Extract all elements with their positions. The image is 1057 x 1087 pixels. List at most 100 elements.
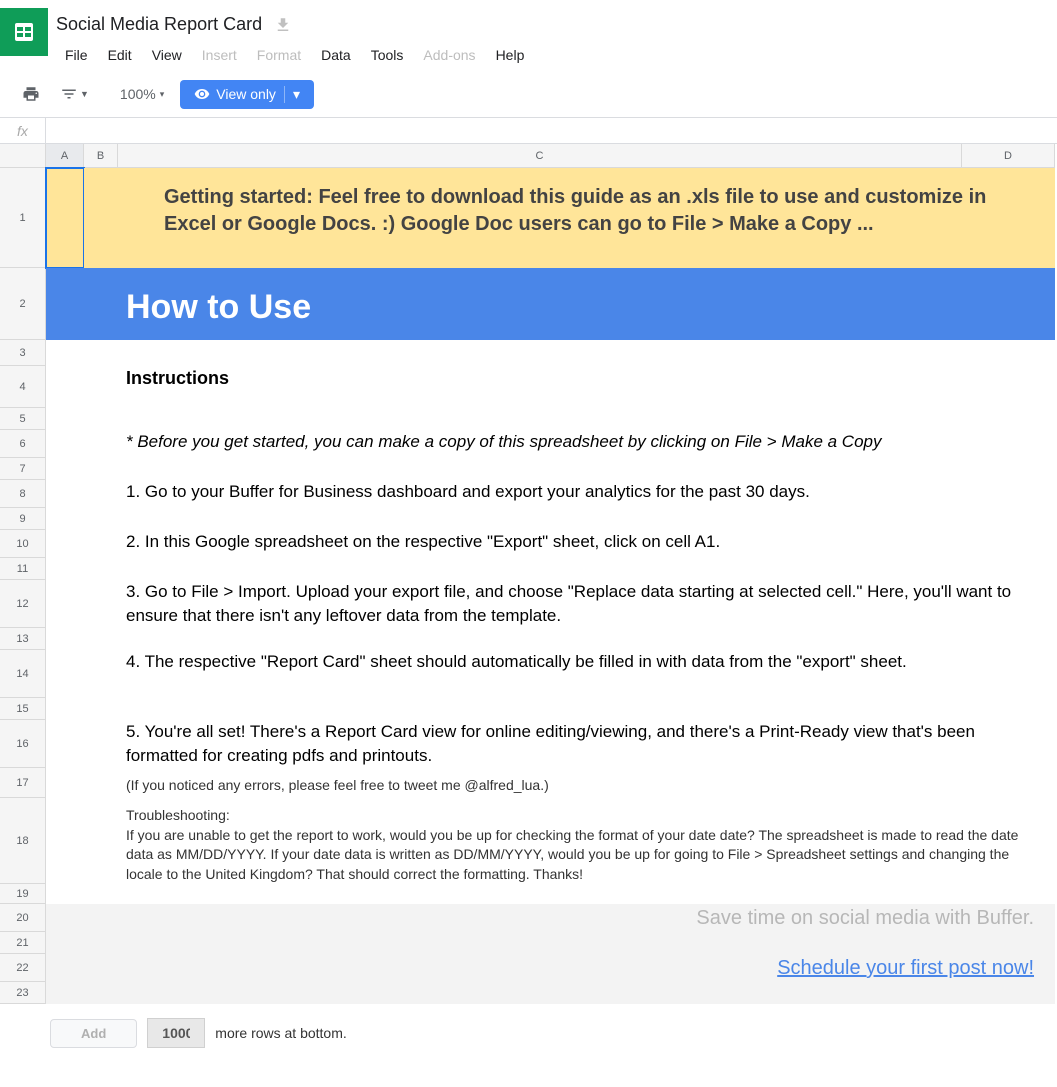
getting-started-text: Getting started: Feel free to download t… (84, 168, 1054, 254)
menu-format: Format (248, 43, 310, 67)
row-header[interactable]: 22 (0, 954, 46, 982)
row-header[interactable]: 15 (0, 698, 46, 720)
instruction-text: * Before you get started, you can make a… (46, 430, 1054, 454)
zoom-value: 100% (120, 86, 156, 102)
table-row[interactable]: 2. In this Google spreadsheet on the res… (46, 530, 1057, 558)
row-header[interactable]: 9 (0, 508, 46, 530)
table-row[interactable] (46, 340, 1057, 366)
schedule-link[interactable]: Schedule your first post now! (46, 954, 1054, 982)
chevron-down-icon: ▼ (80, 89, 89, 99)
sheets-logo[interactable] (0, 8, 48, 56)
view-only-button[interactable]: View only ▾ (180, 80, 314, 109)
fx-label: fx (0, 118, 46, 144)
cell-A1[interactable] (46, 168, 84, 268)
col-headers: A B C D (46, 144, 1057, 168)
table-row[interactable] (46, 558, 1057, 580)
instruction-text: 4. The respective "Report Card" sheet sh… (46, 650, 1054, 674)
chevron-down-icon: ▾ (160, 89, 165, 100)
table-row: Getting started: Feel free to download t… (46, 168, 1057, 268)
table-row[interactable]: 3. Go to File > Import. Upload your expo… (46, 580, 1057, 628)
drive-icon[interactable] (274, 16, 292, 37)
row-headers: 1 2 3 4 5 6 7 8 9 10 11 12 13 14 15 16 1… (0, 144, 46, 1004)
row-header[interactable]: 8 (0, 480, 46, 508)
menu-edit[interactable]: Edit (99, 43, 141, 67)
formula-input[interactable] (46, 118, 1057, 143)
row-header[interactable]: 6 (0, 430, 46, 458)
table-row[interactable]: * Before you get started, you can make a… (46, 430, 1057, 458)
table-row[interactable]: (If you noticed any errors, please feel … (46, 768, 1057, 798)
table-row[interactable] (46, 628, 1057, 650)
cell-merged[interactable]: How to Use (46, 268, 1055, 340)
instruction-text: 3. Go to File > Import. Upload your expo… (46, 580, 1054, 628)
print-button[interactable] (16, 79, 46, 109)
menu-bar: File Edit View Insert Format Data Tools … (56, 43, 1057, 67)
instruction-text: 5. You're all set! There's a Report Card… (46, 720, 1054, 768)
menu-insert: Insert (193, 43, 246, 67)
instruction-text: (If you noticed any errors, please feel … (46, 768, 1054, 796)
doc-title[interactable]: Social Media Report Card (56, 12, 262, 37)
table-row[interactable] (46, 508, 1057, 530)
menu-tools[interactable]: Tools (362, 43, 413, 67)
col-header[interactable]: B (84, 144, 118, 168)
add-rows-button[interactable]: Add (50, 1019, 137, 1048)
col-header[interactable]: D (962, 144, 1055, 168)
spreadsheet-grid: 1 2 3 4 5 6 7 8 9 10 11 12 13 14 15 16 1… (0, 144, 1057, 1004)
print-icon (22, 85, 40, 103)
table-row[interactable]: Troubleshooting: If you are unable to ge… (46, 798, 1057, 884)
view-only-label: View only (216, 86, 276, 102)
menu-file[interactable]: File (56, 43, 97, 67)
table-row[interactable]: Instructions (46, 366, 1057, 408)
chevron-down-icon: ▾ (284, 86, 300, 103)
eye-icon (194, 86, 210, 102)
menu-data[interactable]: Data (312, 43, 360, 67)
row-header[interactable]: 18 (0, 798, 46, 884)
sheets-icon (12, 20, 36, 44)
table-row[interactable]: 4. The respective "Report Card" sheet sh… (46, 650, 1057, 698)
rows-count-input[interactable] (147, 1018, 205, 1048)
row-header[interactable]: 2 (0, 268, 46, 340)
howto-heading: How to Use (46, 268, 1054, 347)
footer-text: Save time on social media with Buffer. (46, 904, 1054, 932)
select-all-corner[interactable] (0, 144, 46, 168)
row-header[interactable]: 4 (0, 366, 46, 408)
row-header[interactable]: 19 (0, 884, 46, 904)
menu-view[interactable]: View (143, 43, 191, 67)
col-header[interactable]: C (118, 144, 962, 168)
row-header[interactable]: 23 (0, 982, 46, 1004)
row-header[interactable]: 13 (0, 628, 46, 650)
row-header[interactable]: 3 (0, 340, 46, 366)
row-header[interactable]: 7 (0, 458, 46, 480)
table-row[interactable]: Schedule your first post now! (46, 954, 1057, 982)
menu-addons: Add-ons (414, 43, 484, 67)
filter-button[interactable]: ▼ (54, 79, 95, 109)
app-header: Social Media Report Card File Edit View … (0, 0, 1057, 67)
row-header[interactable]: 16 (0, 720, 46, 768)
table-row[interactable] (46, 884, 1057, 904)
table-row[interactable] (46, 932, 1057, 954)
row-header[interactable]: 5 (0, 408, 46, 430)
filter-icon (60, 85, 78, 103)
row-header[interactable]: 11 (0, 558, 46, 580)
table-row: How to Use (46, 268, 1057, 340)
menu-help[interactable]: Help (487, 43, 534, 67)
row-header[interactable]: 12 (0, 580, 46, 628)
row-header[interactable]: 14 (0, 650, 46, 698)
title-area: Social Media Report Card File Edit View … (56, 8, 1057, 67)
row-header[interactable]: 10 (0, 530, 46, 558)
row-header[interactable]: 21 (0, 932, 46, 954)
add-rows-bar: Add more rows at bottom. (0, 1004, 1057, 1062)
troubleshooting-text: Troubleshooting: If you are unable to ge… (46, 798, 1054, 884)
col-header[interactable]: A (46, 144, 84, 168)
table-row[interactable]: 5. You're all set! There's a Report Card… (46, 720, 1057, 768)
table-row[interactable] (46, 408, 1057, 430)
row-header[interactable]: 17 (0, 768, 46, 798)
table-row[interactable] (46, 458, 1057, 480)
table-row[interactable] (46, 698, 1057, 720)
table-row[interactable] (46, 982, 1057, 1004)
table-row[interactable]: 1. Go to your Buffer for Business dashbo… (46, 480, 1057, 508)
cell-merged[interactable]: Getting started: Feel free to download t… (84, 168, 1055, 268)
table-row[interactable]: Save time on social media with Buffer. (46, 904, 1057, 932)
row-header[interactable]: 20 (0, 904, 46, 932)
row-header[interactable]: 1 (0, 168, 46, 268)
zoom-select[interactable]: 100% ▾ (112, 82, 172, 106)
